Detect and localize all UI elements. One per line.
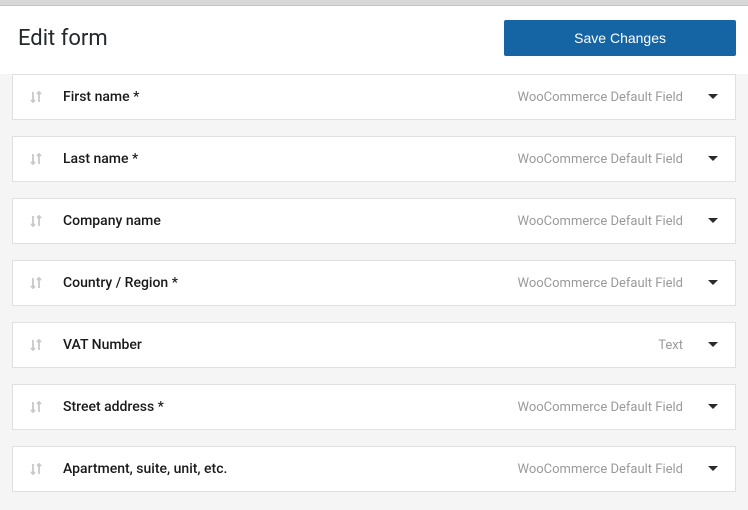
drag-handle-icon[interactable]	[29, 89, 43, 105]
drag-handle-icon[interactable]	[29, 275, 43, 291]
chevron-down-icon[interactable]	[707, 214, 719, 228]
field-label: VAT Number	[63, 337, 658, 353]
chevron-down-icon[interactable]	[707, 152, 719, 166]
field-label: Company name	[63, 213, 518, 229]
field-row[interactable]: Street address * WooCommerce Default Fie…	[12, 384, 736, 430]
field-type: Text	[658, 338, 683, 353]
field-row[interactable]: Apartment, suite, unit, etc. WooCommerce…	[12, 446, 736, 492]
field-type: WooCommerce Default Field	[518, 90, 684, 105]
drag-handle-icon[interactable]	[29, 151, 43, 167]
chevron-down-icon[interactable]	[707, 338, 719, 352]
field-label: First name *	[63, 89, 518, 105]
header: Edit form Save Changes	[0, 6, 748, 74]
field-label: Street address *	[63, 399, 518, 415]
field-type: WooCommerce Default Field	[518, 214, 684, 229]
field-label: Last name *	[63, 151, 518, 167]
drag-handle-icon[interactable]	[29, 213, 43, 229]
field-type: WooCommerce Default Field	[518, 276, 684, 291]
field-row[interactable]: Company name WooCommerce Default Field	[12, 198, 736, 244]
field-row[interactable]: VAT Number Text	[12, 322, 736, 368]
field-type: WooCommerce Default Field	[518, 152, 684, 167]
chevron-down-icon[interactable]	[707, 462, 719, 476]
chevron-down-icon[interactable]	[707, 276, 719, 290]
save-changes-button[interactable]: Save Changes	[504, 20, 736, 56]
fields-list: First name * WooCommerce Default Field L…	[0, 74, 748, 492]
drag-handle-icon[interactable]	[29, 461, 43, 477]
field-label: Country / Region *	[63, 275, 518, 291]
field-type: WooCommerce Default Field	[518, 462, 684, 477]
chevron-down-icon[interactable]	[707, 90, 719, 104]
field-row[interactable]: Last name * WooCommerce Default Field	[12, 136, 736, 182]
field-row[interactable]: First name * WooCommerce Default Field	[12, 74, 736, 120]
page-title: Edit form	[18, 26, 108, 51]
field-label: Apartment, suite, unit, etc.	[63, 461, 518, 477]
drag-handle-icon[interactable]	[29, 399, 43, 415]
drag-handle-icon[interactable]	[29, 337, 43, 353]
field-type: WooCommerce Default Field	[518, 400, 684, 415]
chevron-down-icon[interactable]	[707, 400, 719, 414]
field-row[interactable]: Country / Region * WooCommerce Default F…	[12, 260, 736, 306]
